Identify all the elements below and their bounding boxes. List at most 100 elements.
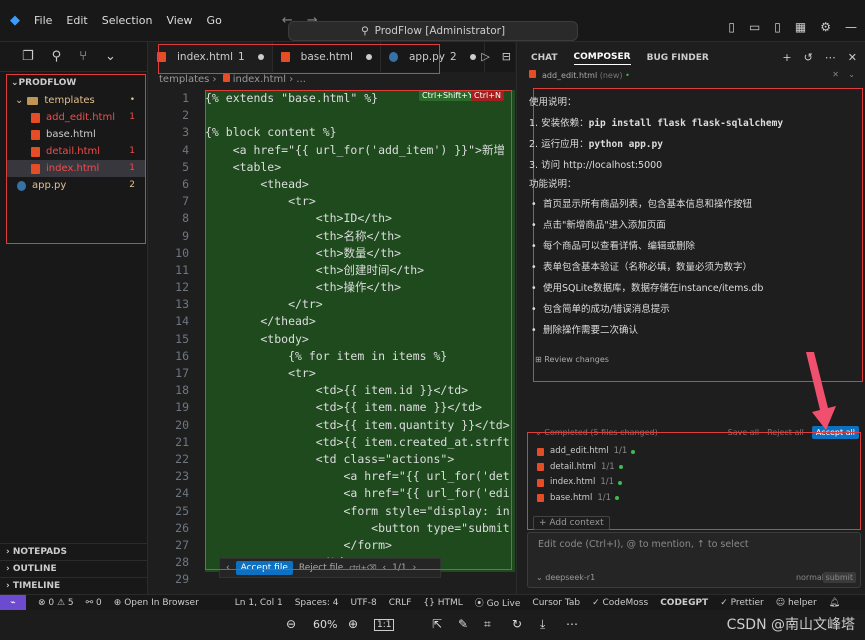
remote-icon[interactable]: ⌁	[0, 594, 26, 611]
reject-file-button[interactable]: Reject file	[299, 563, 343, 573]
review-changes-button[interactable]: ⊞ Review changes	[535, 355, 609, 364]
zoom-out-icon[interactable]: ⊖	[286, 617, 296, 631]
ports-indicator[interactable]: ⚯ 0	[86, 598, 102, 608]
minimize-icon[interactable]: —	[845, 20, 857, 34]
zoom-in-icon[interactable]: ⊕	[348, 617, 358, 631]
tree-item-add-edit[interactable]: add_edit.html 1	[7, 109, 145, 126]
unsaved-dot[interactable]	[257, 54, 264, 60]
crop-icon[interactable]: ⌗	[484, 617, 491, 632]
prettier[interactable]: ✓ Prettier	[720, 598, 764, 608]
files-icon[interactable]: ❐	[22, 49, 34, 64]
open-in-browser[interactable]: ⊕ Open In Browser	[114, 598, 199, 608]
rotate-icon[interactable]: ↻	[512, 617, 522, 631]
code-lines[interactable]: {% extends "base.html" %} {% block conten…	[205, 90, 515, 572]
composer-input[interactable]: Edit code (Ctrl+I), @ to mention, ↑ to s…	[527, 532, 861, 588]
tree-item-app-py[interactable]: app.py 2	[7, 177, 145, 194]
code-line[interactable]: <th>ID</th>	[205, 210, 515, 227]
tab-composer[interactable]: COMPOSER	[573, 52, 631, 65]
section-notepads[interactable]: › NOTEPADS	[0, 543, 148, 560]
code-line[interactable]: <a href="{{ url_for('det	[205, 468, 515, 485]
download-icon[interactable]: ⤓	[540, 617, 545, 632]
code-line[interactable]: <tr>	[205, 365, 515, 382]
changed-file-row[interactable]: add_edit.html 1/1	[537, 444, 857, 460]
code-line[interactable]: <table>	[205, 159, 515, 176]
chevron-down-icon[interactable]: ⌄	[848, 70, 855, 79]
actual-size-button[interactable]: 1:1	[374, 619, 395, 631]
code-line[interactable]: <td>{{ item.name }}</td>	[205, 399, 515, 416]
toggle-secondary-sidebar-icon[interactable]: ▯	[774, 20, 781, 34]
bell-icon[interactable]: 🔔︎	[829, 598, 840, 608]
tab-app-py[interactable]: app.py 2	[381, 42, 485, 72]
tree-item-base[interactable]: base.html	[7, 126, 145, 143]
layout-icon[interactable]: ▦	[795, 20, 806, 34]
code-line[interactable]: <td class="actions">	[205, 451, 515, 468]
accept-file-button[interactable]: Accept file	[235, 561, 293, 575]
submit-button[interactable]: submit	[822, 572, 856, 583]
section-timeline[interactable]: › TIMELINE	[0, 577, 148, 594]
changed-file-row[interactable]: index.html 1/1	[537, 475, 857, 491]
code-line[interactable]: </thead>	[205, 313, 515, 330]
cursor-position[interactable]: Ln 1, Col 1	[235, 598, 283, 608]
command-center[interactable]: ⚲ ProdFlow [Administrator]	[288, 21, 578, 41]
helper[interactable]: ☺ helper	[776, 598, 817, 608]
code-line[interactable]: <button type="submit	[205, 520, 515, 537]
changed-file-row[interactable]: base.html 1/1	[537, 491, 857, 507]
more-icon[interactable]: ⋯	[566, 617, 578, 631]
section-outline[interactable]: › OUTLINE	[0, 560, 148, 577]
tree-item-index[interactable]: index.html 1	[7, 160, 145, 177]
chevron-down-icon[interactable]: ⌄	[105, 49, 116, 64]
indentation[interactable]: Spaces: 4	[295, 598, 339, 608]
add-context-button[interactable]: + Add context	[533, 516, 610, 530]
new-chat-icon[interactable]: +	[782, 51, 791, 64]
codegpt[interactable]: CODEGPT	[660, 598, 708, 608]
code-line[interactable]: <a href="{{ url_for('add_item') }}">新增	[205, 142, 515, 159]
menu-go[interactable]: Go	[207, 14, 222, 27]
close-icon[interactable]: ✕	[832, 70, 839, 79]
codemoss[interactable]: ✓ CodeMoss	[592, 598, 648, 608]
code-line[interactable]: <form style="display: in	[205, 503, 515, 520]
code-line[interactable]: <th>创建时间</th>	[205, 262, 515, 279]
code-line[interactable]: <tr>	[205, 193, 515, 210]
split-editor-icon[interactable]: ⊟	[502, 50, 511, 63]
close-icon[interactable]: ✕	[848, 51, 857, 64]
history-icon[interactable]: ↺	[804, 51, 813, 64]
code-line[interactable]: </form>	[205, 537, 515, 554]
run-icon[interactable]: ▷	[481, 50, 489, 63]
menu-file[interactable]: File	[34, 14, 52, 27]
tab-chat[interactable]: CHAT	[531, 53, 558, 63]
breadcrumb-symbol[interactable]: ...	[296, 74, 306, 85]
context-file-chip[interactable]: add_edit.html (new) • ✕ ⌄	[529, 70, 859, 82]
next-file-icon[interactable]: ›	[413, 563, 417, 573]
more-icon[interactable]: ⋯	[825, 51, 836, 64]
search-view-icon[interactable]: ⚲	[52, 49, 62, 64]
code-line[interactable]: {% block content %}	[205, 124, 515, 141]
menu-edit[interactable]: Edit	[66, 14, 87, 27]
prev-change-icon[interactable]: ‹	[226, 563, 230, 573]
breadcrumb-folder[interactable]: templates	[159, 74, 209, 85]
edit-icon[interactable]: ✎	[458, 617, 468, 631]
line-ending[interactable]: CRLF	[389, 598, 412, 608]
unsaved-dot[interactable]	[469, 54, 476, 60]
gear-icon[interactable]: ⚙	[820, 20, 831, 34]
encoding[interactable]: UTF-8	[350, 598, 376, 608]
tab-bug-finder[interactable]: BUG FINDER	[647, 53, 709, 63]
tab-base-html[interactable]: base.html	[273, 42, 381, 72]
go-live[interactable]: ⦿ Go Live	[475, 596, 521, 609]
code-line[interactable]: {% for item in items %}	[205, 348, 515, 365]
unsaved-dot[interactable]	[365, 54, 372, 60]
toggle-panel-icon[interactable]: ▭	[749, 20, 760, 34]
share-icon[interactable]: ⇱	[432, 617, 442, 631]
tab-index-html[interactable]: index.html 1	[149, 42, 273, 72]
code-line[interactable]: <td>{{ item.id }}</td>	[205, 382, 515, 399]
code-line[interactable]	[205, 107, 515, 124]
project-root[interactable]: ⌄ PRODFLOW	[7, 75, 145, 92]
code-line[interactable]: <th>数量</th>	[205, 245, 515, 262]
code-line[interactable]: <thead>	[205, 176, 515, 193]
changed-file-row[interactable]: detail.html 1/1	[537, 460, 857, 476]
breadcrumb-file[interactable]: index.html	[233, 74, 286, 85]
code-line[interactable]: </tr>	[205, 296, 515, 313]
menu-view[interactable]: View	[166, 14, 192, 27]
prev-file-icon[interactable]: ‹	[383, 563, 387, 573]
code-line[interactable]: <td>{{ item.created_at.strft	[205, 434, 515, 451]
code-line[interactable]: <tbody>	[205, 331, 515, 348]
